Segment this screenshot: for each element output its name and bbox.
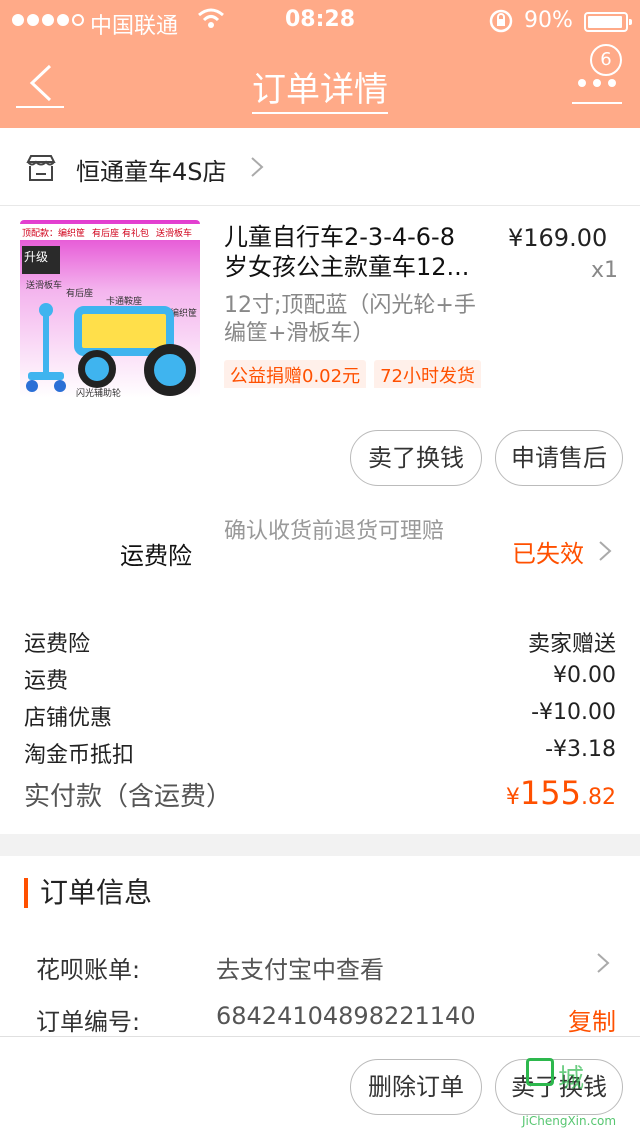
product-tags: 公益捐赠0.02元 72小时发货: [224, 360, 496, 388]
image-tag: 送滑板车: [156, 229, 193, 239]
battery-percent: 90%: [524, 8, 573, 33]
insurance-label: 运费险: [120, 542, 192, 570]
order-number: 68424104898221140: [216, 1002, 476, 1030]
scooter-illustration: [26, 303, 66, 392]
donation-tag: 公益捐赠0.02元: [224, 360, 367, 388]
status-bar: 中国联通 08:28 90%: [0, 0, 640, 40]
product-title[interactable]: 儿童自行车2-3-4-6-8 岁女孩公主款童车12...: [224, 222, 494, 282]
shop-row[interactable]: 恒通童车4S店: [0, 128, 640, 206]
image-tag: 顶配款：编织筐: [22, 229, 86, 239]
product-spec: 12寸;顶配蓝（闪光轮+手 编筐+滑板车）: [224, 293, 476, 346]
shop-icon: [26, 154, 56, 186]
total-label: 实付款（含运费）: [24, 782, 233, 812]
upgrade-label: 升级: [22, 246, 60, 274]
image-tag: 有后座: [92, 229, 120, 239]
product-quantity: x1: [590, 258, 618, 283]
product-price: ¥169.00: [508, 224, 608, 252]
battery-icon: [584, 12, 632, 32]
image-tag: 有礼包: [122, 229, 150, 239]
image-label: 送滑板车: [26, 281, 63, 291]
chevron-right-icon: [596, 952, 610, 980]
site-watermark: 城 JiChengXin.com: [522, 1052, 638, 1136]
insurance-desc: 确认收货前退货可理赔: [224, 519, 445, 544]
image-label: 有后座: [66, 289, 94, 299]
order-info-card: 订单信息 花呗账单: 去支付宝中查看 订单编号: 684241048982211…: [0, 856, 640, 1038]
watermark-logo-icon: [526, 1058, 554, 1086]
image-label: 编织筐: [170, 309, 198, 319]
delete-order-button[interactable]: 删除订单: [350, 1059, 482, 1115]
shipping-insurance-row[interactable]: 运费险 确认收货前退货可理赔 已失效: [0, 512, 640, 588]
message-count-badge: 6: [590, 44, 622, 76]
total-paid-row: 实付款（含运费） ¥155.82: [24, 774, 616, 814]
order-info-heading: 订单信息: [24, 878, 152, 908]
navigation-bar: 订单详情 6: [0, 40, 640, 128]
copy-button[interactable]: 复制: [568, 1002, 616, 1037]
insurance-status: 已失效: [512, 540, 584, 568]
order-card: 恒通童车4S店 顶配款：编织筐 有后座 有礼包 送滑板车 升级 送滑板车 有后座…: [0, 128, 640, 834]
chevron-right-icon: [598, 540, 612, 566]
shop-name: 恒通童车4S店: [76, 158, 227, 186]
more-dots-icon: [578, 79, 616, 87]
shipping-tag: 72小时发货: [374, 360, 481, 388]
rotation-lock-icon: [488, 8, 514, 39]
sell-button[interactable]: 卖了换钱: [350, 430, 482, 486]
total-amount: ¥155.82: [505, 774, 616, 812]
chevron-right-icon: [250, 156, 264, 182]
page-title: 订单详情: [0, 62, 640, 114]
image-label: 闪光辅助轮: [76, 389, 122, 398]
product-image[interactable]: 顶配款：编织筐 有后座 有礼包 送滑板车 升级 送滑板车 有后座 卡通鞍座 编织…: [20, 220, 200, 398]
after-sale-button[interactable]: 申请售后: [495, 430, 623, 486]
